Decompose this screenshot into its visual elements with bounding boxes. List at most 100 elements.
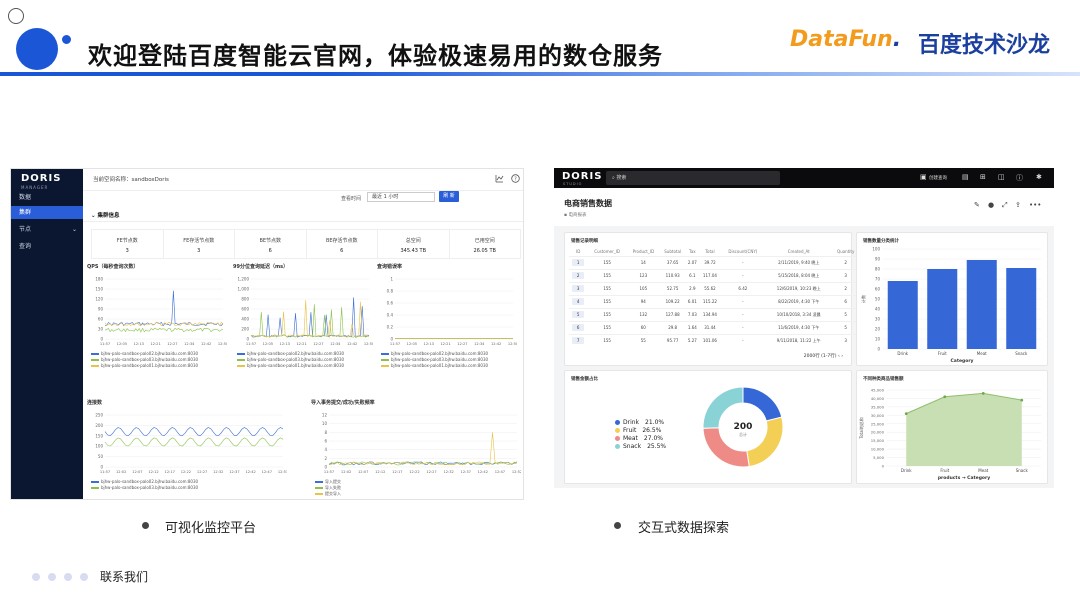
column-header[interactable]: Customer_ID: [587, 247, 626, 256]
column-header[interactable]: Created_At: [765, 247, 832, 256]
chart-icon[interactable]: [495, 174, 504, 185]
monitor-panel: 查询错误率 1 0.8 0.6 0.4 0.2 0 11:57 12:05 12:13 12:21 1…: [377, 263, 517, 371]
legend-item[interactable]: Meat 27.0%: [615, 435, 666, 443]
data-point: [904, 412, 908, 416]
table-cell: -: [720, 333, 766, 347]
table-row[interactable]: 5 155 132 127.88 7.03 134.94-10/10/2018, 3:34…: [569, 307, 859, 321]
help-icon[interactable]: ?: [511, 174, 520, 185]
dashboard-sub-label: 电商报表: [568, 213, 587, 218]
table-cell: 155: [587, 294, 627, 308]
fullscreen-icon[interactable]: ⤢: [1002, 201, 1008, 210]
orders-table: ID Customer_ID Product_ID Subtotal Tax Total D…: [569, 247, 859, 347]
legend-label: bjhw-palo-sandbox-palo03.bjhw.baidu.com:…: [101, 485, 199, 490]
y-tick-label: 90: [98, 307, 104, 312]
pager[interactable]: 2000行 (1-7行) ‹ ›: [804, 353, 843, 359]
time-select[interactable]: 最近 1 小时: [367, 192, 435, 202]
x-tick-label: 12:17: [392, 470, 402, 474]
new-query-icon[interactable]: ▣: [920, 173, 927, 181]
doc-icon[interactable]: ▤: [962, 173, 969, 181]
help-icon[interactable]: ⓘ: [1016, 173, 1023, 183]
y-tick-label: 80: [875, 267, 881, 272]
info-icon[interactable]: ●: [988, 201, 994, 209]
row-id-badge: 7: [572, 337, 585, 345]
column-header[interactable]: Subtotal: [660, 247, 686, 256]
contact-us[interactable]: 联系我们: [100, 568, 148, 585]
y-tick-label: 0: [100, 465, 103, 470]
more-icon[interactable]: •••: [1029, 201, 1041, 209]
panel-title: 连接数: [87, 400, 103, 406]
chart-icon[interactable]: ◫: [998, 173, 1005, 181]
legend-item[interactable]: bjhw-palo-sandbox-palo01.bjhw.baidu.com:…: [237, 363, 344, 369]
cluster-info-header[interactable]: ⌄ 集群信息: [91, 211, 120, 219]
legend-item[interactable]: 提交导入: [315, 491, 341, 497]
x-tick-label: 12:50: [218, 342, 227, 346]
column-header[interactable]: Tax: [686, 247, 700, 256]
table-cell: 132: [626, 307, 660, 321]
table-cell: 6: [569, 320, 588, 334]
legend-label: Snack: [623, 443, 642, 450]
y-tick-label: 0: [100, 337, 103, 342]
legend-label: bjhw-palo-sandbox-palo01.bjhw.baidu.com:…: [391, 363, 489, 368]
legend-item[interactable]: Snack 25.5%: [615, 443, 666, 451]
cluster-stats: FE节点数 3 FE存活节点数 3 BE节点数 6 BE存活节点数 6 总空间 345.4…: [91, 229, 521, 259]
legend-item[interactable]: Drink 21.0%: [615, 419, 666, 427]
edit-icon[interactable]: ✎: [974, 201, 980, 209]
baidu-tech-salon-logo: 百度技术沙龙: [918, 33, 1051, 58]
legend-item[interactable]: bjhw-palo-sandbox-palo01.bjhw.baidu.com:…: [381, 363, 488, 369]
sidebar-item-data[interactable]: 数据: [11, 191, 83, 204]
new-query-button[interactable]: 创建查询: [929, 175, 947, 181]
column-header[interactable]: ID: [569, 247, 587, 256]
table-cell: 94: [626, 294, 660, 308]
datafun-logo: DataFun.: [790, 27, 901, 52]
legend-item[interactable]: Fruit 26.5%: [615, 427, 666, 435]
dashboard-header: 电商销售数据 ▪ 电商报表 ✎ ● ⤢ ⇪ •••: [554, 188, 1054, 226]
table-header: ID Customer_ID Product_ID Subtotal Tax Total D…: [569, 247, 859, 256]
row-id-badge: 2: [572, 272, 585, 279]
refresh-button[interactable]: 刷 新: [439, 191, 459, 202]
table-cell: 155: [587, 268, 627, 282]
sidebar-item-cluster[interactable]: 集群: [11, 206, 83, 219]
footer-dot: [32, 573, 40, 581]
panel-legend: bjhw-palo-sandbox-palo02.bjhw.baidu.com:…: [381, 351, 488, 369]
table-row[interactable]: 2 155 123 110.93 6.1 117.04-5/15/2018, 8:04 晚…: [569, 268, 859, 282]
legend-swatch: [615, 428, 620, 433]
orders-card: 销售记录明细 ID Customer_ID Product_ID Subtotal Ta…: [564, 232, 859, 366]
sidebar-item-query[interactable]: 查询: [11, 240, 83, 253]
search-input[interactable]: ⌕ 搜索: [606, 171, 780, 185]
x-tick-label: 12:17: [165, 470, 175, 474]
table-cell: 155: [587, 320, 627, 334]
table-row[interactable]: 7 155 55 95.77 5.27 101.06-9/11/2018, 11:22 上…: [569, 333, 859, 347]
x-tick-label: Snack: [1015, 351, 1028, 356]
data-point: [1020, 398, 1024, 402]
donut-total-label: 总计: [739, 431, 747, 437]
y-tick-label: 25,000: [871, 421, 885, 426]
table-cell: 10/10/2018, 3:34 凌晨: [765, 307, 833, 321]
table-row[interactable]: 1 155 14 37.65 2.07 39.72-2/11/2019, 9:40 晚上 2: [569, 255, 859, 269]
sidebar-item-node[interactable]: 节点 ⌄: [11, 223, 83, 236]
x-tick-label: Meat: [977, 351, 987, 356]
x-tick-label: 12:02: [341, 470, 351, 474]
column-header[interactable]: Quantity: [832, 247, 859, 256]
x-tick-label: 12:32: [213, 470, 223, 474]
cluster-info-title: 集群信息: [97, 213, 120, 219]
table-row[interactable]: 3 155 105 52.75 2.9 55.62 6.42 12/6/2019, 10:23…: [569, 281, 859, 295]
legend-swatch: [615, 436, 620, 441]
table-row[interactable]: 4 155 94 109.22 6.01 115.22-8/22/2019, 4:30 下…: [569, 294, 859, 308]
table-cell: 155: [587, 255, 627, 269]
table-row[interactable]: 6 155 60 29.8 1.64 31.44-11/6/2019, 4:30 下午 5: [569, 320, 859, 334]
dashboard-subtitle[interactable]: ▪ 电商报表: [564, 212, 586, 218]
search-placeholder: 搜索: [616, 175, 627, 181]
column-header[interactable]: Product_ID: [627, 247, 660, 256]
legend-item[interactable]: bjhw-palo-sandbox-palo01.bjhw.baidu.com:…: [91, 363, 198, 369]
share-icon[interactable]: ⇪: [1015, 201, 1021, 209]
table-cell: 55: [626, 333, 660, 347]
column-header[interactable]: Total: [699, 247, 720, 256]
studio-topbar: DORIS STUDIO ⌕ 搜索 ▣ 创建查询 ▤ ⊞ ◫ ⓘ ✱: [554, 168, 1054, 188]
x-tick-label: Fruit: [940, 468, 949, 473]
grid-icon[interactable]: ⊞: [980, 173, 986, 181]
column-header[interactable]: Discount(CNY): [721, 247, 765, 256]
settings-icon[interactable]: ✱: [1036, 173, 1042, 181]
x-tick-label: 12:02: [116, 470, 126, 474]
y-tick-label: 0.8: [387, 289, 394, 294]
legend-item[interactable]: bjhw-palo-sandbox-palo03.bjhw.baidu.com:…: [91, 485, 198, 491]
